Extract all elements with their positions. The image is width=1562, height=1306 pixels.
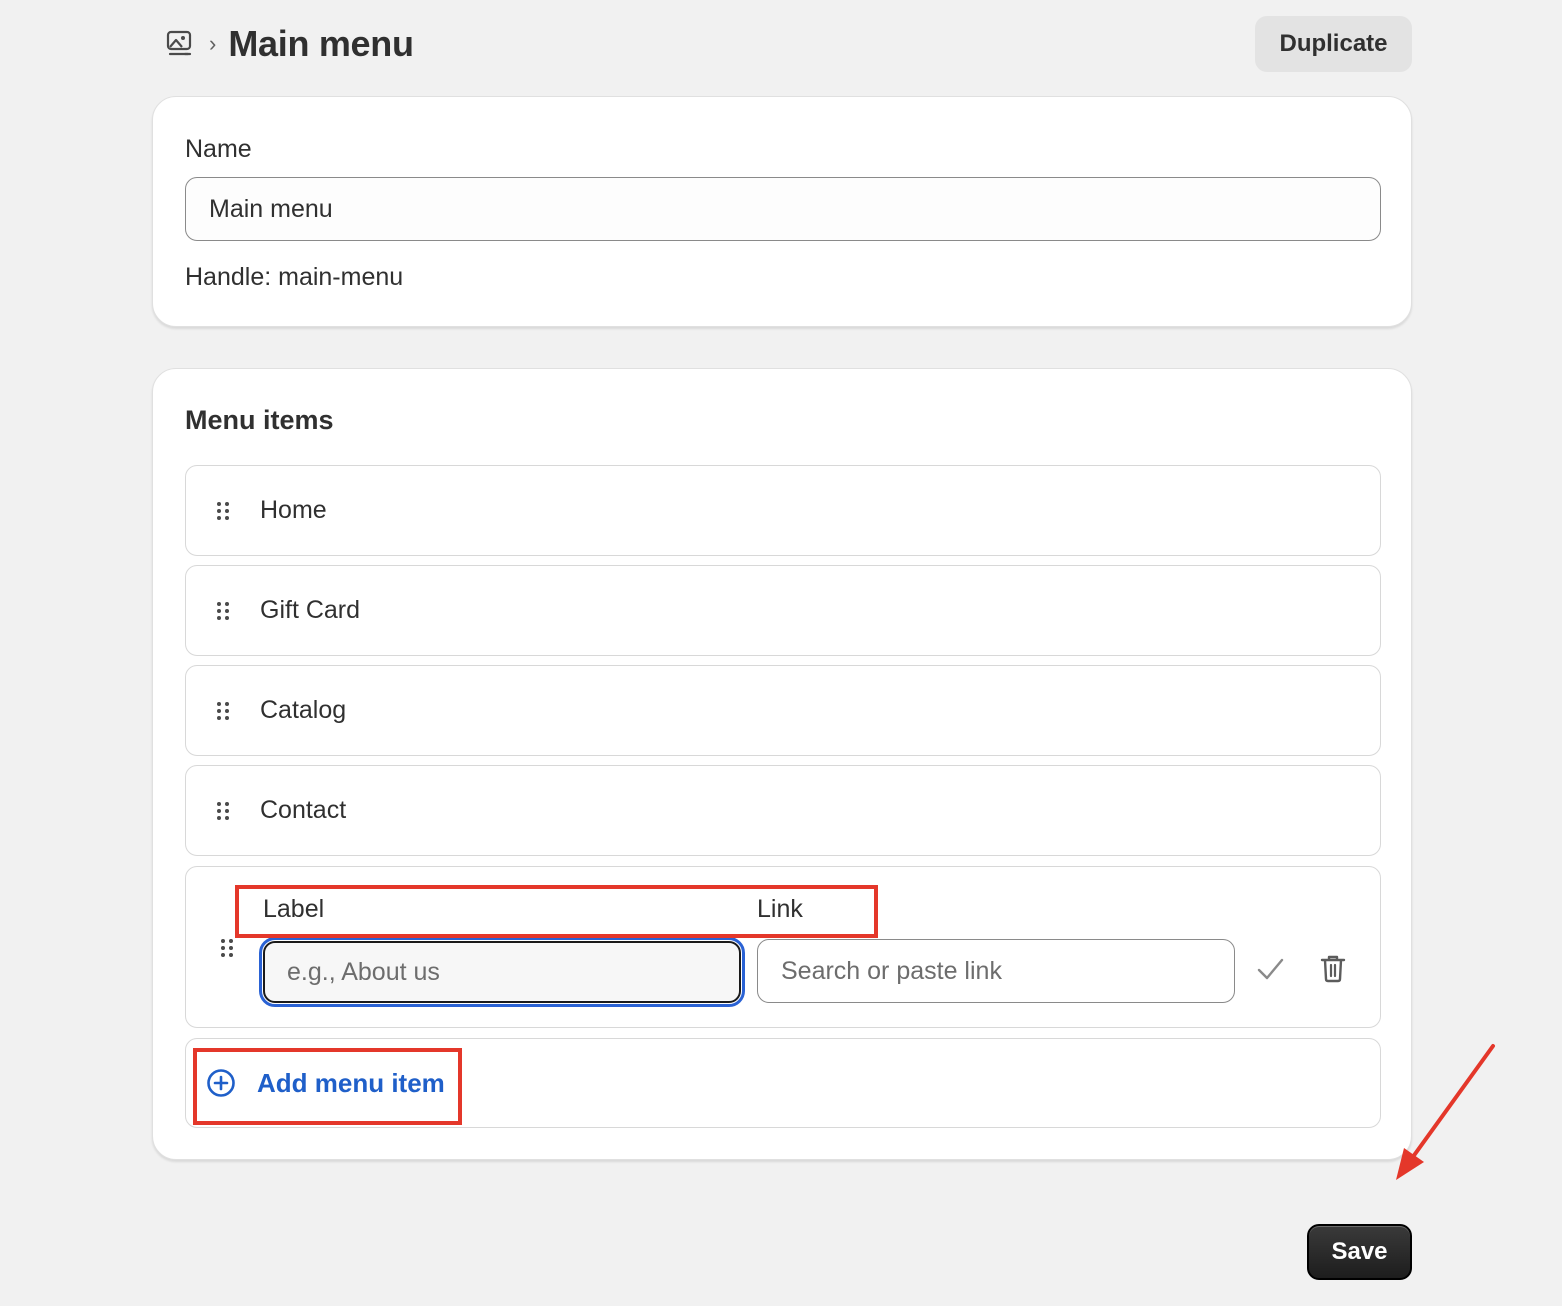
- checkmark-icon[interactable]: [1252, 951, 1288, 987]
- breadcrumb: › Main menu: [152, 23, 414, 65]
- name-label: Name: [185, 135, 252, 163]
- page-title: Main menu: [228, 23, 414, 64]
- label-input[interactable]: [259, 937, 745, 1007]
- label-column-header: Label: [263, 895, 325, 923]
- drag-handle-icon[interactable]: [217, 601, 229, 620]
- name-card: Name Handle: main-menu: [152, 96, 1412, 327]
- drag-handle-icon[interactable]: [221, 939, 233, 957]
- add-menu-item-button[interactable]: Add menu item: [206, 1068, 445, 1099]
- menu-items-card: Menu items Home Gift Card Catalog Contac…: [152, 368, 1412, 1160]
- drag-handle-icon[interactable]: [217, 801, 229, 820]
- duplicate-button[interactable]: Duplicate: [1255, 16, 1412, 72]
- menu-item-contact[interactable]: Contact: [185, 765, 1381, 856]
- menu-item-gift-card[interactable]: Gift Card: [185, 565, 1381, 656]
- save-button[interactable]: Save: [1307, 1224, 1412, 1280]
- red-arrow-icon: [1396, 1044, 1495, 1180]
- handle-text: Handle: main-menu: [185, 263, 404, 291]
- breadcrumb-separator: ›: [209, 31, 217, 56]
- name-input[interactable]: [185, 177, 1381, 241]
- menu-item-home[interactable]: Home: [185, 465, 1381, 556]
- menu-item-label: Catalog: [260, 696, 347, 724]
- drag-handle-icon[interactable]: [217, 701, 229, 720]
- menu-item-label: Gift Card: [260, 596, 361, 624]
- menu-item-label: Contact: [260, 796, 347, 824]
- online-store-menu-icon[interactable]: [165, 29, 195, 59]
- link-column-header: Link: [757, 895, 803, 923]
- new-menu-item-editor: Label Link: [185, 866, 1381, 1028]
- page-header: › Main menu Duplicate: [152, 16, 1412, 72]
- trash-icon[interactable]: [1316, 950, 1350, 986]
- add-menu-item-row: Add menu item: [185, 1038, 1381, 1128]
- menu-items-title: Menu items: [185, 405, 334, 435]
- plus-circle-icon: [206, 1068, 236, 1098]
- add-menu-item-label: Add menu item: [257, 1067, 445, 1098]
- drag-handle-icon[interactable]: [217, 501, 229, 520]
- link-input[interactable]: [757, 939, 1235, 1003]
- menu-item-catalog[interactable]: Catalog: [185, 665, 1381, 756]
- menu-item-label: Home: [260, 496, 327, 524]
